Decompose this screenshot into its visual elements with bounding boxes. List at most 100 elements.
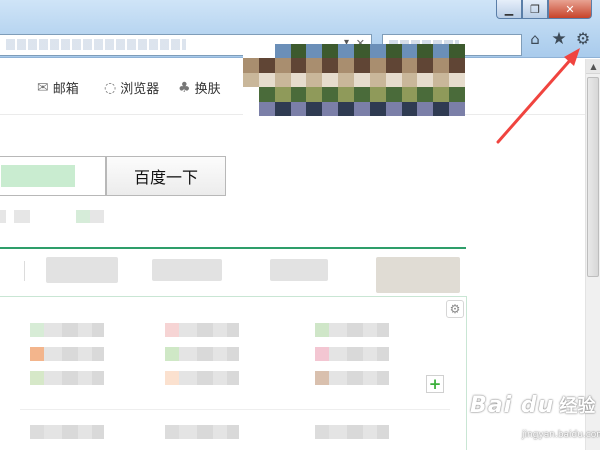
blur-block <box>329 425 347 439</box>
mosaic-tile <box>290 87 307 102</box>
mosaic-tile <box>433 58 450 73</box>
scroll-up-arrow-icon[interactable]: ▲ <box>586 59 600 74</box>
blur-block <box>315 347 329 361</box>
blur-block <box>62 323 78 337</box>
blurred-tab[interactable] <box>376 257 460 293</box>
blurred-link[interactable] <box>315 323 389 337</box>
blur-block <box>227 425 239 439</box>
blur-block <box>363 323 377 337</box>
blur-block <box>78 347 92 361</box>
nav-browser-link[interactable]: ◌ 浏览器 <box>104 78 159 98</box>
blur-block <box>377 371 389 385</box>
mosaic-tile <box>353 44 370 59</box>
watermark-url: jingyan.baidu.com <box>522 430 600 440</box>
scroll-thumb[interactable] <box>587 77 599 277</box>
blurred-link[interactable] <box>315 371 389 385</box>
mosaic-tile <box>385 44 402 59</box>
blurred-link[interactable] <box>165 371 239 385</box>
mosaic-tile <box>449 44 465 59</box>
mosaic-tile <box>401 72 418 88</box>
blurred-link[interactable] <box>315 347 389 361</box>
blurred-link[interactable] <box>30 425 104 439</box>
mosaic-tile <box>433 44 450 59</box>
blur-block <box>329 323 347 337</box>
mosaic-tile <box>449 58 465 73</box>
browser-icon: ◌ <box>104 79 117 96</box>
mosaic-tile <box>243 87 259 102</box>
mosaic-tile <box>258 72 275 88</box>
blur-block <box>92 347 104 361</box>
nav-skin-link[interactable]: ♣ 换肤 <box>178 78 221 98</box>
mosaic-tile <box>290 58 307 73</box>
blurred-tab[interactable] <box>46 257 118 283</box>
blurred-link[interactable] <box>165 323 239 337</box>
blur-block <box>197 425 213 439</box>
home-icon[interactable]: ⌂ <box>526 30 544 48</box>
blur-block <box>78 323 92 337</box>
mosaic-tile <box>369 72 386 88</box>
baidu-search-input[interactable] <box>0 156 106 196</box>
blur-block <box>165 347 179 361</box>
mosaic-tile <box>306 44 323 59</box>
mosaic-tile <box>417 87 434 102</box>
blur-block <box>347 371 363 385</box>
blurred-tab-row <box>0 249 466 295</box>
favorites-star-icon[interactable]: ★ <box>550 30 568 48</box>
minimize-button[interactable]: ▁ <box>496 0 522 19</box>
blurred-link[interactable] <box>30 371 104 385</box>
tools-gear-icon[interactable]: ⚙ <box>574 30 592 48</box>
blurred-tab[interactable] <box>270 259 328 281</box>
blurred-link[interactable] <box>30 323 104 337</box>
blur-block <box>62 425 78 439</box>
mosaic-tile <box>401 44 418 59</box>
mosaic-tile <box>338 44 354 59</box>
restore-button[interactable]: ❐ <box>522 0 548 19</box>
blur-block <box>179 371 197 385</box>
blurred-link[interactable] <box>165 347 239 361</box>
blur-block <box>76 210 90 223</box>
panel-divider <box>20 409 450 410</box>
mosaic-tile <box>322 87 339 102</box>
blur-block <box>363 425 377 439</box>
mosaic-tile <box>353 58 370 73</box>
mail-icon: ✉ <box>37 79 49 96</box>
nav-mail-label: 邮箱 <box>52 82 79 97</box>
blurred-tab[interactable] <box>152 259 222 281</box>
baidu-jingyan-watermark: Bai du 经验 jingyan.baidu.com <box>470 392 600 450</box>
mosaic-tile <box>401 87 418 102</box>
mosaic-tile <box>322 101 339 116</box>
mosaic-tile <box>417 58 434 73</box>
mosaic-tile <box>274 87 291 102</box>
mosaic-tile <box>353 87 370 102</box>
blur-block <box>30 323 44 337</box>
nav-mail-link[interactable]: ✉ 邮箱 <box>37 78 79 98</box>
blur-block <box>62 371 78 385</box>
blurred-link[interactable] <box>165 425 239 439</box>
blur-block <box>92 371 104 385</box>
mosaic-tile <box>353 72 370 88</box>
blur-block <box>179 347 197 361</box>
blur-block <box>227 323 239 337</box>
close-button[interactable]: ✕ <box>548 0 592 19</box>
mosaic-tile <box>449 101 465 116</box>
blur-block <box>165 323 179 337</box>
panel-add-button[interactable]: + <box>426 375 444 393</box>
blur-block <box>329 347 347 361</box>
panel-settings-icon[interactable]: ⚙ <box>446 300 464 318</box>
blur-block <box>90 210 104 223</box>
blurred-link[interactable] <box>30 347 104 361</box>
blur-block <box>44 347 62 361</box>
blur-block <box>213 323 227 337</box>
mosaic-tile <box>290 101 307 116</box>
blur-block <box>14 210 30 223</box>
mosaic-tile <box>385 101 402 116</box>
mosaic-tile <box>258 101 275 116</box>
mosaic-tile <box>369 58 386 73</box>
blur-block <box>165 425 179 439</box>
blur-block <box>44 425 62 439</box>
blur-block <box>197 323 213 337</box>
skin-icon: ♣ <box>178 79 191 96</box>
blurred-link[interactable] <box>315 425 389 439</box>
blurred-hint-row <box>0 207 130 225</box>
baidu-search-button[interactable]: 百度一下 <box>106 156 226 196</box>
